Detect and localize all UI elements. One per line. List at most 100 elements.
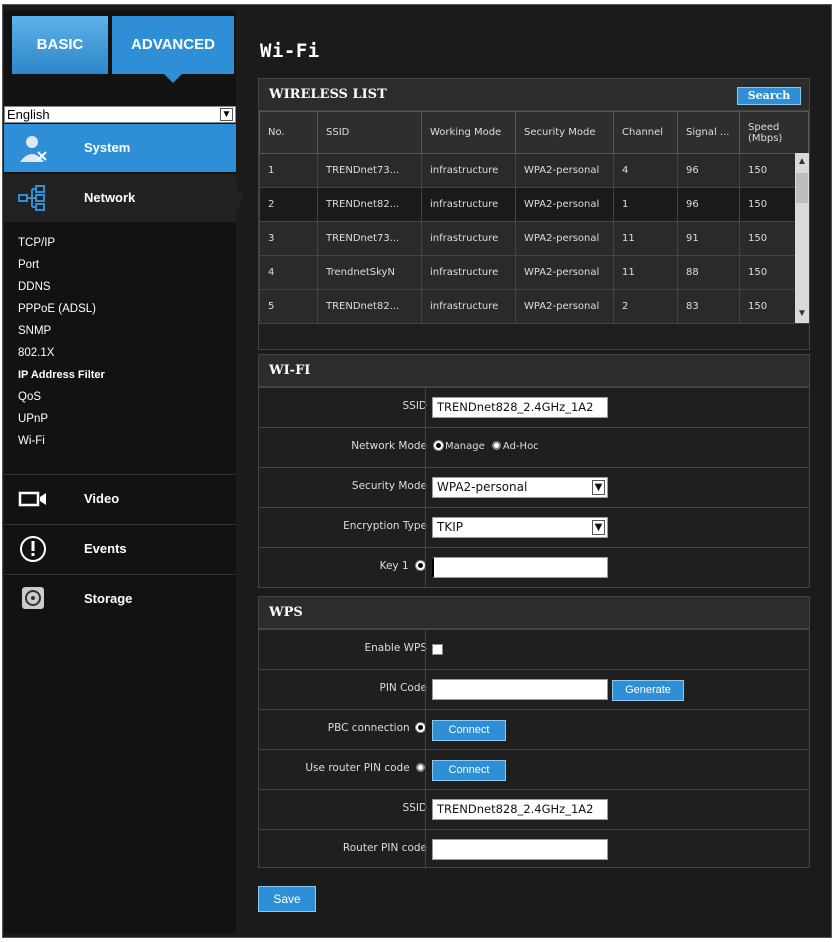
tab-advanced[interactable]: ADVANCED (112, 16, 234, 83)
sidebar-item-tcpip[interactable]: TCP/IP (4, 232, 236, 254)
security-mode-row: Security Mode WPA2-personal ▼ (259, 467, 809, 507)
ssid-cell: TRENDnet828_2.4GHz_1A2 (425, 388, 810, 427)
table-row[interactable]: 5 TRENDnet82... infrastructure WPA2-pers… (259, 289, 809, 324)
sidebar-item-ddns[interactable]: DDNS (4, 276, 236, 298)
router-pin-cell: Connect (425, 750, 810, 789)
save-button[interactable]: Save (258, 886, 316, 912)
network-mode-label: Network Mode (351, 440, 427, 452)
cell: 5 (259, 289, 318, 324)
sidebar-item-pppoe[interactable]: PPPoE (ADSL) (4, 298, 236, 320)
adhoc-radio[interactable] (491, 441, 501, 450)
wps-ssid-cell: TRENDnet828_2.4GHz_1A2 (425, 790, 810, 829)
manage-label: Manage (445, 441, 485, 452)
pbc-connect-button[interactable]: Connect (432, 720, 506, 741)
cell: infrastructure (421, 153, 516, 188)
language-select[interactable]: English ▼ (4, 106, 236, 123)
scroll-thumb[interactable] (796, 173, 808, 203)
router-pin-code-input[interactable] (432, 839, 608, 860)
enable-wps-checkbox[interactable] (432, 644, 443, 655)
sidebar-item-system[interactable]: System (4, 124, 236, 172)
key1-label-wrap: Key 1 (380, 560, 427, 572)
router-pin-code-row: Router PIN code (259, 829, 809, 869)
manage-radio[interactable] (434, 441, 443, 450)
router-pin-label-wrap: Use router PIN code (305, 762, 427, 774)
scroll-up-icon[interactable]: ▲ (795, 155, 809, 169)
pin-code-cell: Generate (425, 670, 810, 709)
key1-cell (425, 548, 810, 587)
wps-ssid-input[interactable]: TRENDnet828_2.4GHz_1A2 (432, 799, 608, 820)
adhoc-label: Ad-Hoc (502, 441, 539, 452)
sidebar-item-label: Events (84, 541, 127, 556)
page-title: Wi-Fi (260, 40, 320, 62)
wps-ssid-row: SSID TRENDnet828_2.4GHz_1A2 (259, 789, 809, 829)
table-row[interactable]: 4 TrendnetSkyN infrastructure WPA2-perso… (259, 255, 809, 290)
sidebar-item-qos[interactable]: QoS (4, 386, 236, 408)
wps-ssid-label: SSID (402, 802, 427, 814)
sidebar-item-wifi[interactable]: Wi-Fi (4, 430, 236, 452)
cell: 91 (677, 221, 740, 256)
security-mode-select[interactable]: WPA2-personal ▼ (432, 477, 608, 498)
sidebar-item-events[interactable]: Events (4, 524, 236, 572)
video-camera-icon (18, 491, 46, 507)
sidebar-item-storage[interactable]: Storage (4, 574, 236, 622)
table-row[interactable]: 2 TRENDnet82... infrastructure WPA2-pers… (259, 187, 809, 222)
router-pin-radio[interactable] (416, 763, 425, 772)
table-row[interactable]: 3 TRENDnet73... infrastructure WPA2-pers… (259, 221, 809, 256)
ssid-input[interactable]: TRENDnet828_2.4GHz_1A2 (432, 397, 608, 418)
encryption-value: TKIP (437, 520, 463, 534)
key1-radio[interactable] (416, 561, 425, 570)
cell: TRENDnet73... (317, 153, 422, 188)
pin-code-label: PIN Code (379, 682, 427, 694)
scroll-down-icon[interactable]: ▼ (795, 307, 809, 321)
table-row[interactable]: 1 TRENDnet73... infrastructure WPA2-pers… (259, 153, 809, 188)
key1-label: Key 1 (379, 560, 409, 572)
sidebar-item-video[interactable]: Video (4, 474, 236, 522)
mode-tabs: BASIC ADVANCED (4, 16, 236, 83)
table-header-row: No. SSID Working Mode Security Mode Chan… (259, 111, 809, 154)
router-pin-connect-button[interactable]: Connect (432, 760, 506, 781)
generate-button[interactable]: Generate (612, 680, 684, 701)
network-mode-row: Network Mode Manage Ad-Hoc (259, 427, 809, 467)
key1-input[interactable] (432, 557, 608, 578)
list-scrollbar[interactable]: ▲ ▼ (795, 153, 809, 323)
cell: TRENDnet73... (317, 221, 422, 256)
chevron-down-icon: ▼ (592, 480, 605, 495)
wifi-panel: WI-FI SSID TRENDnet828_2.4GHz_1A2 Networ… (258, 354, 810, 588)
sidebar-item-port[interactable]: Port (4, 254, 236, 276)
pbc-label: PBC connection (327, 722, 410, 734)
wps-header: WPS (259, 597, 809, 629)
cell: infrastructure (421, 187, 516, 222)
tab-active-arrow (164, 74, 182, 83)
enable-wps-label: Enable WPS (364, 642, 427, 654)
col-channel: Channel (613, 111, 678, 154)
encryption-select[interactable]: TKIP ▼ (432, 517, 608, 538)
col-ssid: SSID (317, 111, 422, 154)
network-submenu: TCP/IP Port DDNS PPPoE (ADSL) SNMP 802.1… (4, 232, 236, 452)
active-pointer (236, 186, 244, 210)
col-signal: Signal ... (677, 111, 740, 154)
cell: WPA2-personal (515, 153, 614, 188)
cell: infrastructure (421, 255, 516, 290)
sidebar-item-ip-filter[interactable]: IP Address Filter (4, 364, 236, 386)
main-content: Wi-Fi WIRELESS LIST Search No. SSID Work… (246, 12, 826, 932)
cell: 1 (613, 187, 678, 222)
sidebar-item-label: Network (84, 190, 136, 205)
sidebar-item-8021x[interactable]: 802.1X (4, 342, 236, 364)
network-mode-options: Manage Ad-Hoc (434, 441, 539, 452)
sidebar-item-label: System (84, 140, 131, 155)
sidebar-item-snmp[interactable]: SNMP (4, 320, 236, 342)
chevron-down-icon: ▼ (592, 520, 605, 535)
search-button[interactable]: Search (737, 87, 801, 105)
pin-code-input[interactable] (432, 679, 608, 700)
pbc-row: PBC connection Connect (259, 709, 809, 749)
sidebar-item-network[interactable]: Network (4, 174, 244, 222)
cell: 96 (677, 187, 740, 222)
pbc-radio[interactable] (416, 723, 425, 732)
cell: 3 (259, 221, 318, 256)
cell: 2 (259, 187, 318, 222)
system-admin-icon (20, 136, 47, 162)
cell: WPA2-personal (515, 221, 614, 256)
network-icon (18, 185, 45, 211)
tab-basic[interactable]: BASIC (12, 16, 108, 74)
sidebar-item-upnp[interactable]: UPnP (4, 408, 236, 430)
